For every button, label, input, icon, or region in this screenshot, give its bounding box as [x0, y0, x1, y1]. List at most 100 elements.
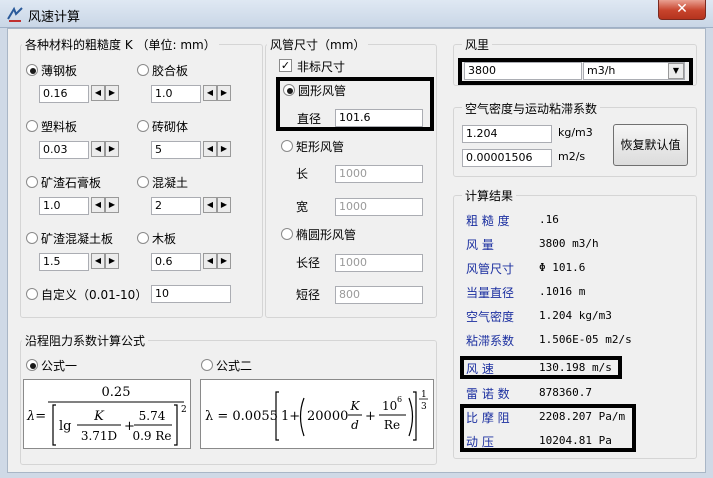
materials-group-label: 各种材料的粗糙度 K （单位: mm）: [22, 36, 219, 53]
spin-up-button[interactable]: ▶: [105, 85, 119, 101]
width-input[interactable]: 1000: [335, 198, 423, 216]
f2-Re: Re: [384, 418, 400, 432]
radio-material-2[interactable]: [137, 64, 149, 76]
result-label: 风 速: [466, 362, 494, 376]
spin-up-button[interactable]: ▶: [217, 197, 231, 213]
f2-exp6: 6: [397, 395, 402, 404]
spin-up-button[interactable]: ▶: [105, 197, 119, 213]
radio-formula-1[interactable]: [26, 359, 38, 371]
f1-lg: lg: [59, 419, 71, 434]
material-label: 木板: [152, 232, 177, 246]
airflow-input[interactable]: 3800: [464, 62, 582, 80]
result-label: 比 摩 阻: [466, 411, 510, 425]
length-label: 长: [296, 167, 309, 181]
formula2-image[interactable]: λ = 0.0055 1+ 20000 K d + 10 6 Re 1 3: [200, 379, 434, 449]
result-label: 粘滞系数: [466, 334, 515, 348]
roughness-input[interactable]: 0.16: [39, 85, 89, 103]
major-axis-input[interactable]: 1000: [335, 254, 423, 272]
spin-down-button[interactable]: ◀: [91, 253, 105, 269]
air-props-group-label: 空气密度与运动粘滞系数: [462, 100, 601, 117]
formula1-label: 公式一: [41, 359, 78, 373]
f1-K: K: [93, 409, 105, 424]
spin-down-button[interactable]: ◀: [91, 85, 105, 101]
width-label: 宽: [296, 200, 309, 214]
result-value: 878360.7: [539, 386, 592, 399]
radio-material-8[interactable]: [137, 232, 149, 244]
spin-down-button[interactable]: ◀: [203, 253, 217, 269]
formula1-image[interactable]: λ= 0.25 2 lg K 3.71D + 5.74 0.9 Re: [23, 379, 191, 449]
roughness-input[interactable]: 0.03: [39, 141, 89, 159]
radio-round-duct[interactable]: [283, 84, 295, 96]
radio-ellipse-duct[interactable]: [281, 228, 293, 240]
result-value: .16: [539, 213, 559, 226]
spin-down-button[interactable]: ◀: [203, 85, 217, 101]
roughness-input[interactable]: 0.6: [151, 253, 201, 271]
material-label: 矿渣石膏板: [41, 176, 102, 190]
result-value: 2208.207 Pa/m: [539, 410, 626, 423]
spin-up-button[interactable]: ▶: [105, 253, 119, 269]
result-value: 10204.81 Pa: [539, 434, 612, 447]
formula2-label: 公式二: [216, 359, 253, 373]
results-group-label: 计算结果: [462, 187, 517, 204]
minor-axis-input[interactable]: 800: [335, 286, 423, 304]
spin-up-button[interactable]: ▶: [217, 253, 231, 269]
result-value: 130.198 m/s: [539, 361, 612, 374]
density-input[interactable]: 1.204: [462, 125, 552, 143]
f1-09Re: 0.9 Re: [132, 429, 171, 443]
roughness-input[interactable]: 5: [151, 141, 201, 159]
rect-duct-label: 矩形风管: [296, 140, 345, 154]
material-label: 矿渣混凝土板: [41, 232, 114, 246]
spin-up-button[interactable]: ▶: [217, 141, 231, 157]
radio-rect-duct[interactable]: [281, 140, 293, 152]
formula2-graphic: λ = 0.0055 1+ 20000 K d + 10 6 Re 1 3: [205, 390, 428, 441]
custom-label: 自定义（0.01-10）: [41, 288, 148, 302]
window-title: 风速计算: [28, 10, 81, 25]
roughness-input[interactable]: 1.5: [39, 253, 89, 271]
radio-formula-2[interactable]: [201, 359, 213, 371]
roughness-input[interactable]: 1.0: [39, 197, 89, 215]
radio-material-5[interactable]: [26, 176, 38, 188]
app-icon: [7, 6, 23, 22]
major-axis-label: 长径: [296, 256, 321, 270]
spin-up-button[interactable]: ▶: [217, 85, 231, 101]
radio-material-4[interactable]: [137, 120, 149, 132]
roughness-input[interactable]: 1.0: [151, 85, 201, 103]
spin-down-button[interactable]: ◀: [91, 141, 105, 157]
radio-material-1[interactable]: [26, 64, 38, 76]
radio-material-7[interactable]: [26, 232, 38, 244]
f2-exp-num: 1: [421, 390, 427, 400]
spin-down-button[interactable]: ◀: [203, 197, 217, 213]
diameter-input[interactable]: 101.6: [335, 109, 423, 127]
f1-square: 2: [181, 405, 187, 415]
reset-defaults-button[interactable]: 恢复默认值: [613, 124, 688, 166]
material-label: 薄钢板: [41, 64, 78, 78]
length-input[interactable]: 1000: [335, 165, 423, 183]
f2-one-plus: 1+: [281, 409, 300, 424]
f1-lambda: λ=: [26, 409, 46, 424]
spin-down-button[interactable]: ◀: [203, 141, 217, 157]
custom-roughness-input[interactable]: 10: [151, 285, 231, 303]
close-button[interactable]: ✕: [658, 0, 706, 20]
diameter-label: 直径: [297, 112, 322, 126]
nonstandard-checkbox[interactable]: ✓: [279, 59, 292, 72]
radio-material-6[interactable]: [137, 176, 149, 188]
title-bar: 风速计算 ✕: [0, 0, 713, 28]
material-label: 塑料板: [41, 120, 78, 134]
airflow-unit-value: m3/h: [587, 64, 616, 77]
spin-up-button[interactable]: ▶: [105, 141, 119, 157]
f1-574: 5.74: [139, 409, 166, 423]
result-label: 风 量: [466, 238, 494, 252]
radio-material-custom[interactable]: [26, 288, 38, 300]
viscosity-input[interactable]: 0.00001506: [462, 149, 552, 167]
f2-lhs: λ = 0.0055: [205, 409, 278, 424]
material-label: 砖砌体: [152, 120, 189, 134]
result-value: 3800 m3/h: [539, 237, 599, 250]
spin-down-button[interactable]: ◀: [91, 197, 105, 213]
f2-d: d: [351, 418, 359, 432]
radio-material-3[interactable]: [26, 120, 38, 132]
density-unit: kg/m3: [558, 126, 593, 139]
chevron-down-icon[interactable]: ▼: [668, 63, 684, 79]
formula1-graphic: λ= 0.25 2 lg K 3.71D + 5.74 0.9 Re: [26, 385, 187, 446]
roughness-input[interactable]: 2: [151, 197, 201, 215]
f1-numerator: 0.25: [102, 385, 131, 400]
